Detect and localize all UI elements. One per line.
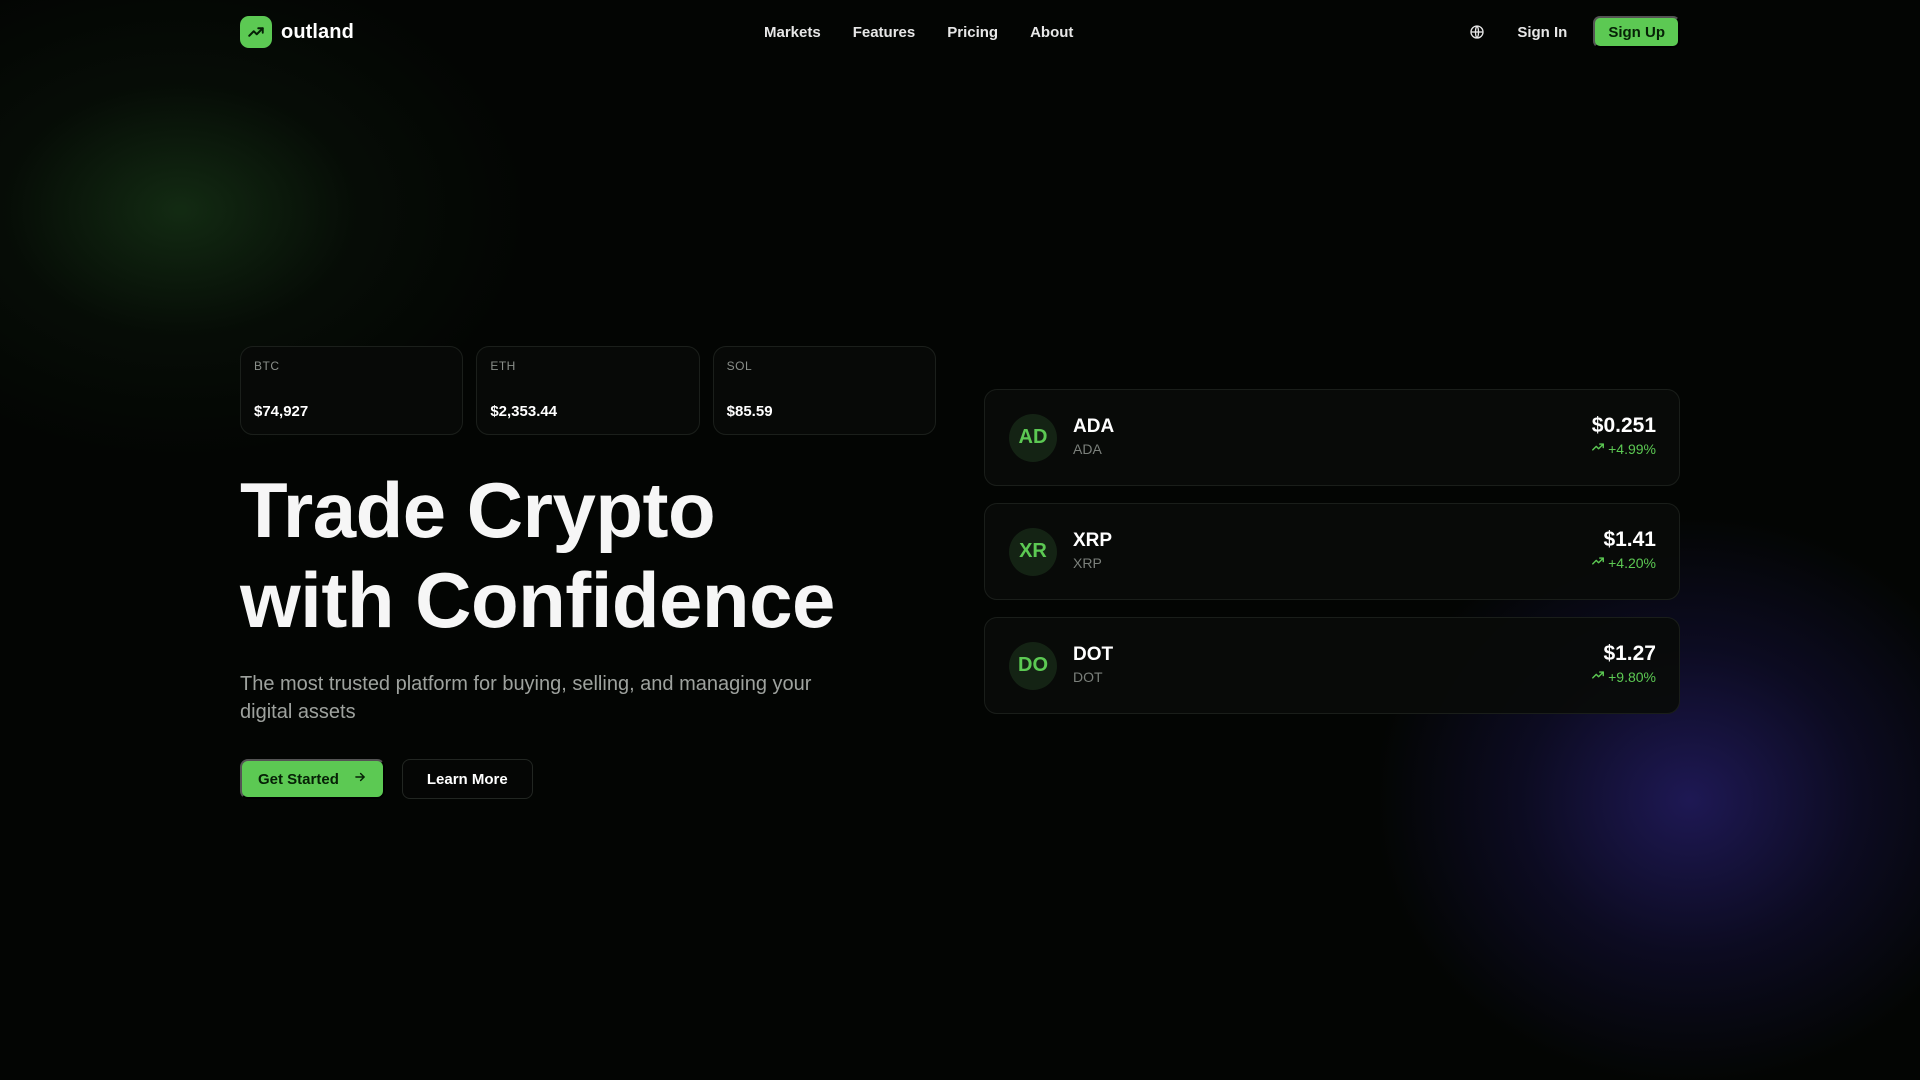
ticker-symbol: BTC [254, 359, 280, 373]
market-card-ada[interactable]: AD ADA ADA $0.251 +4.99% [984, 389, 1680, 486]
coin-info: DOT DOT [1073, 644, 1113, 688]
arrow-right-icon [353, 770, 367, 788]
coin-avatar: DO [1009, 641, 1057, 690]
hero-title: Trade Crypto with Confidence [240, 465, 890, 645]
ticker-card-btc[interactable]: BTC $74,927 [240, 346, 464, 435]
coin-ticker: XRP [1073, 554, 1102, 571]
nav-about-link[interactable]: About [1030, 24, 1073, 41]
account-actions: Sign In Sign Up [1467, 16, 1680, 48]
landing-page: outland Markets Features Pricing About S… [0, 0, 1920, 1080]
nav-pricing-link[interactable]: Pricing [947, 24, 998, 41]
coin-price-block: $0.251 +4.99% [1591, 414, 1656, 460]
market-card-xrp[interactable]: XR XRP XRP $1.41 +4.20% [984, 503, 1680, 600]
ticker-card-sol[interactable]: SOL $85.59 [712, 346, 936, 435]
coin-price-block: $1.41 +4.20% [1591, 528, 1656, 574]
coin-avatar: AD [1009, 413, 1057, 462]
coin-change-value: +4.99% [1608, 441, 1656, 457]
coin-change: +4.99% [1591, 438, 1656, 460]
globe-icon[interactable] [1467, 22, 1487, 42]
coin-price: $0.251 [1591, 414, 1656, 437]
ticker-price: $74,927 [254, 403, 309, 420]
price-ticker-strip: BTC $74,927 ETH $2,353.44 SOL $85.59 [240, 346, 936, 435]
coin-name: XRP [1073, 529, 1113, 551]
hero-subtitle: The most trusted platform for buying, se… [240, 673, 812, 723]
coin-name: ADA [1073, 415, 1115, 437]
hero-title-line-2: with Confidence [240, 556, 835, 644]
coin-change-value: +9.80% [1608, 669, 1656, 685]
coin-price: $1.41 [1603, 528, 1656, 551]
brand-logo-link[interactable]: outland [240, 16, 354, 48]
trending-up-icon [1591, 438, 1605, 460]
coin-price-block: $1.27 +9.80% [1591, 642, 1656, 688]
trending-up-icon [240, 16, 272, 48]
sign-up-button[interactable]: Sign Up [1593, 16, 1680, 48]
ticker-card-eth[interactable]: ETH $2,353.44 [476, 346, 700, 435]
hero-actions: Get Started Learn More [240, 759, 533, 799]
coin-info: XRP XRP [1073, 530, 1112, 574]
learn-more-button[interactable]: Learn More [401, 759, 533, 799]
ticker-symbol: SOL [726, 359, 753, 373]
hero-title-line-1: Trade Crypto [240, 466, 716, 554]
coin-info: ADA ADA [1073, 416, 1114, 460]
get-started-label: Get Started [258, 770, 339, 788]
coin-change: +4.20% [1591, 552, 1656, 574]
ticker-price: $85.59 [726, 403, 773, 420]
nav-features-link[interactable]: Features [853, 24, 916, 41]
trending-up-icon [1591, 666, 1605, 688]
get-started-button[interactable]: Get Started [240, 759, 385, 799]
nav-markets-link[interactable]: Markets [764, 24, 821, 41]
trending-up-icon [1591, 552, 1605, 574]
sign-in-link[interactable]: Sign In [1517, 24, 1567, 41]
coin-avatar: XR [1009, 527, 1057, 576]
coin-price: $1.27 [1603, 642, 1656, 665]
top-navigation-bar: outland Markets Features Pricing About S… [240, 16, 1680, 48]
coin-name: DOT [1073, 643, 1114, 665]
coin-ticker: DOT [1073, 668, 1103, 685]
coin-change: +9.80% [1591, 666, 1656, 688]
market-list: AD ADA ADA $0.251 +4.99% XR XRP XRP $1.4… [984, 389, 1680, 714]
main-nav: Markets Features Pricing About [764, 24, 1073, 41]
brand-name: outland [281, 20, 354, 43]
market-card-dot[interactable]: DO DOT DOT $1.27 +9.80% [984, 617, 1680, 714]
ticker-symbol: ETH [490, 359, 516, 373]
coin-change-value: +4.20% [1608, 555, 1656, 571]
ticker-price: $2,353.44 [490, 403, 558, 420]
coin-ticker: ADA [1073, 440, 1102, 457]
